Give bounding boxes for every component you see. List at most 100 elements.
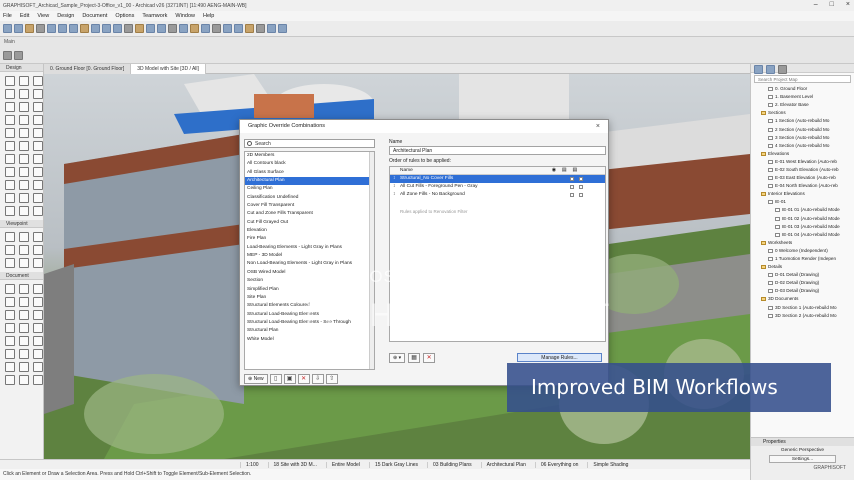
combination-list-item[interactable]: Section [245,277,374,285]
navigator-view-item[interactable]: 4 Section (Auto-rebuild Mo [751,142,854,150]
document-tool-icon[interactable] [33,349,43,359]
rule-settings-icon[interactable]: ▦ [408,353,421,363]
toolbar-tool-icon[interactable] [223,24,232,33]
toolbar-tool-icon[interactable] [14,24,23,33]
design-tool-icon[interactable] [19,128,29,138]
toolbar-tool-icon[interactable] [234,24,243,33]
viewpoint-tool-icon[interactable] [33,258,43,268]
design-tool-icon[interactable] [33,141,43,151]
layout-book-icon[interactable] [778,65,787,74]
delete-icon[interactable]: ✕ [297,374,310,384]
toolbar-tool-icon[interactable] [91,24,100,33]
design-tool-icon[interactable] [19,154,29,164]
combination-list-item[interactable]: MEP - 3D Model [245,252,374,260]
combination-list-item[interactable]: All Glass Surface [245,169,374,177]
document-tool-icon[interactable] [5,297,15,307]
navigator-folder[interactable]: Interior Elevations [751,190,854,198]
document-tool-icon[interactable] [5,362,15,372]
status-field[interactable]: 1:100 [240,461,264,468]
toolbar-tool-icon[interactable] [3,24,12,33]
toolbox-viewpoint-header[interactable]: Viewpoint [0,220,43,228]
remove-rule-icon[interactable]: ✕ [423,353,436,363]
combination-list-item[interactable]: White Model [245,336,374,344]
navigator-view-item[interactable]: D-03 Detail (Drawing) [751,287,854,295]
duplicate-icon[interactable]: ▯ [269,374,282,384]
design-tool-icon[interactable] [33,115,43,125]
menu-item-help[interactable]: Help [203,13,214,19]
combination-list-item[interactable]: Classification Undefined [245,194,374,202]
viewpoint-tool-icon[interactable] [33,232,43,242]
document-tool-icon[interactable] [33,362,43,372]
new-combination-button[interactable]: ⊕ New [244,374,268,384]
close-icon[interactable]: × [846,1,850,8]
design-tool-icon[interactable] [5,180,15,190]
design-tool-icon[interactable] [19,102,29,112]
manage-rules-button[interactable]: Manage Rules... [517,353,602,362]
tab-3d-model[interactable]: 3D Model with Site [3D / All] [131,64,206,74]
combination-list-item[interactable]: Non Load-Bearing Elements - Light Gray i… [245,260,374,268]
combination-list-item[interactable]: Simplified Plan [245,286,374,294]
navigator-view-item[interactable]: 1. Basement Level [751,93,854,101]
document-tool-icon[interactable] [5,310,15,320]
toolbox-document-header[interactable]: Document [0,272,43,280]
document-tool-icon[interactable] [19,297,29,307]
navigator-view-item[interactable]: E-02 South Elevation (Auto-reb [751,166,854,174]
navigator-view-item[interactable]: 3 Section (Auto-rebuild Mo [751,134,854,142]
combination-list-item[interactable]: Cover Fill Transparent [245,202,374,210]
export-icon[interactable]: ⇧ [325,374,338,384]
document-tool-icon[interactable] [33,323,43,333]
rule-row[interactable]: ↕ All Zone Fills - No Background [390,191,605,199]
toolbar-tool-icon[interactable] [25,24,34,33]
rule-apply-checkbox[interactable] [579,185,583,189]
document-tool-icon[interactable] [19,349,29,359]
toolbar-tool-icon[interactable] [190,24,199,33]
navigator-view-item[interactable]: IE-01 04 (Auto-rebuild Mode [751,231,854,239]
combinations-search-input[interactable]: Search [244,139,375,148]
status-field[interactable]: 15 Dark Gray Lines [368,461,423,468]
menu-item-design[interactable]: Design [57,13,74,19]
rule-visibility-checkbox[interactable] [570,193,574,197]
status-field[interactable]: 06 Everything on [534,461,584,468]
navigator-folder[interactable]: Worksheets [751,239,854,247]
toolbar-tool-icon[interactable] [157,24,166,33]
document-tool-icon[interactable] [19,310,29,320]
status-field[interactable]: Entire Model [325,461,365,468]
toolbar-tool-icon[interactable] [201,24,210,33]
rename-icon[interactable]: ▣ [283,374,296,384]
viewpoint-tool-icon[interactable] [19,245,29,255]
combination-list-item[interactable]: Load-Bearing Elements - Light Gray in Pl… [245,244,374,252]
rule-apply-checkbox[interactable] [579,193,583,197]
design-tool-icon[interactable] [5,128,15,138]
drag-handle-icon[interactable]: ↕ [393,183,395,191]
combination-list-item[interactable]: Elevation [245,227,374,235]
document-tool-icon[interactable] [19,375,29,385]
toolbar-tool-icon[interactable] [179,24,188,33]
navigator-view-item[interactable]: 1 Section (Auto-rebuild Mo [751,117,854,125]
rule-row[interactable]: ↕ Structural_No Cover Fills [390,175,605,183]
toolbar-tool-icon[interactable] [113,24,122,33]
design-tool-icon[interactable] [33,206,43,216]
toolbar-tool-icon[interactable] [69,24,78,33]
design-tool-icon[interactable] [5,167,15,177]
toolbar-tool-icon[interactable] [47,24,56,33]
document-tool-icon[interactable] [33,284,43,294]
design-tool-icon[interactable] [33,193,43,203]
document-tool-icon[interactable] [33,310,43,320]
navigator-view-item[interactable]: E-03 East Elevation (Auto-reb [751,174,854,182]
design-tool-icon[interactable] [5,154,15,164]
navigator-view-item[interactable]: D-01 Detail (Drawing) [751,271,854,279]
navigator-view-item[interactable]: E-01 West Elevation (Auto-reb [751,158,854,166]
toolbar-tool-icon[interactable] [168,24,177,33]
menu-item-teamwork[interactable]: Teamwork [142,13,167,19]
design-tool-icon[interactable] [33,76,43,86]
menu-item-edit[interactable]: Edit [20,13,29,19]
rule-visibility-checkbox[interactable] [570,177,574,181]
design-tool-icon[interactable] [19,167,29,177]
viewpoint-tool-icon[interactable] [5,245,15,255]
menu-item-view[interactable]: View [37,13,49,19]
rule-row[interactable]: ↕ All Cut Fills - Foreground Pen - Gray [390,183,605,191]
drag-handle-icon[interactable]: ↕ [393,175,395,183]
rule-apply-checkbox[interactable] [579,177,583,181]
viewpoint-tool-icon[interactable] [19,258,29,268]
document-tool-icon[interactable] [19,336,29,346]
